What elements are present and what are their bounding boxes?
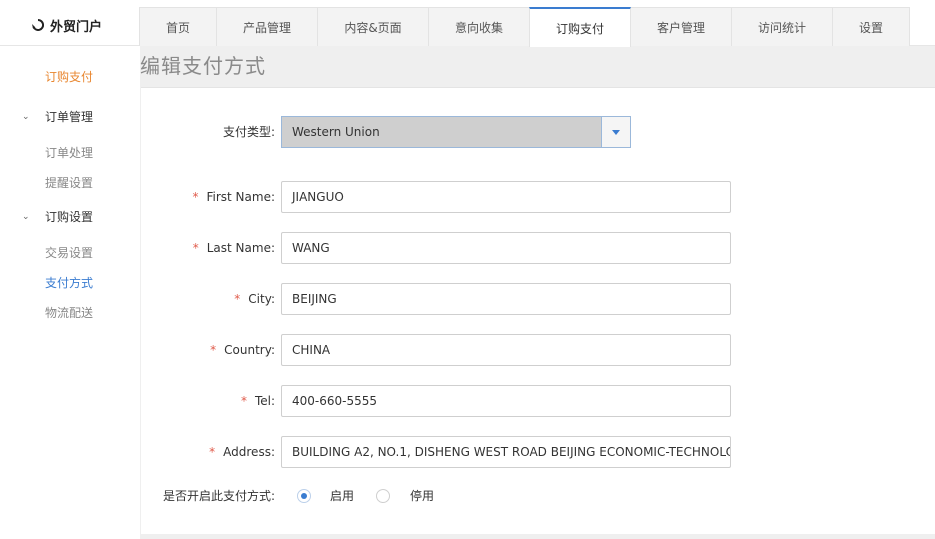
- disable-radio[interactable]: [376, 489, 390, 503]
- sidebar-group-order-management[interactable]: ⌄ 订单管理: [22, 108, 93, 125]
- required-mark: *: [192, 241, 199, 255]
- form-panel: 支付类型: Western Union * First Name: JIANGUO…: [141, 87, 935, 534]
- tab-home[interactable]: 首页: [139, 7, 217, 46]
- tab-inquiries[interactable]: 意向收集: [428, 7, 530, 46]
- sidebar-group-label: 订单管理: [45, 110, 94, 124]
- disable-radio-label[interactable]: 停用: [410, 482, 434, 510]
- sidebar-item-order-processing[interactable]: 订单处理: [45, 144, 93, 161]
- sidebar-item-reminder-settings[interactable]: 提醒设置: [45, 174, 93, 191]
- country-field[interactable]: CHINA: [281, 334, 731, 366]
- tab-settings[interactable]: 设置: [832, 7, 910, 46]
- enable-radio-label[interactable]: 启用: [330, 482, 354, 510]
- enable-payment-row: 是否开启此支付方式: 启用 停用: [141, 482, 935, 510]
- tab-products[interactable]: 产品管理: [216, 7, 318, 46]
- tab-customers[interactable]: 客户管理: [630, 7, 732, 46]
- label-text: First Name:: [206, 190, 275, 204]
- main-nav: 首页 产品管理 内容&页面 意向收集 订购支付 客户管理 访问统计 设置: [139, 7, 910, 47]
- tab-statistics[interactable]: 访问统计: [731, 7, 833, 46]
- tab-label: 设置: [858, 20, 883, 35]
- required-mark: *: [240, 394, 247, 408]
- tab-label: 意向收集: [454, 20, 503, 35]
- sidebar-section-title[interactable]: 订购支付: [45, 68, 93, 85]
- city-row: * City: BEIJING: [141, 283, 935, 315]
- last-name-row: * Last Name: WANG: [141, 232, 935, 264]
- required-mark: *: [192, 190, 199, 204]
- first-name-label: * First Name:: [192, 181, 275, 213]
- caret-down-icon: [612, 129, 620, 135]
- last-name-field[interactable]: WANG: [281, 232, 731, 264]
- main-content: 编辑支付方式 支付类型: Western Union * First Name: …: [140, 46, 935, 539]
- payment-type-select[interactable]: Western Union: [281, 116, 631, 148]
- sidebar-group-order-settings[interactable]: ⌄ 订购设置: [22, 208, 93, 225]
- tab-label: 产品管理: [242, 20, 291, 35]
- tel-label: * Tel:: [241, 385, 275, 417]
- enable-radio[interactable]: [297, 489, 311, 503]
- tel-row: * Tel: 400-660-5555: [141, 385, 935, 417]
- sidebar: 订购支付 ⌄ 订单管理 订单处理 提醒设置 ⌄ 订购设置 交易设置 支付方式 物…: [0, 46, 140, 539]
- required-mark: *: [234, 292, 241, 306]
- address-label: * Address:: [209, 436, 275, 468]
- city-field[interactable]: BEIJING: [281, 283, 731, 315]
- chevron-down-icon: ⌄: [22, 111, 30, 122]
- last-name-label: * Last Name:: [193, 232, 275, 264]
- country-row: * Country: CHINA: [141, 334, 935, 366]
- tab-label: 内容&页面: [344, 20, 402, 35]
- country-label: * Country:: [210, 334, 275, 366]
- tel-field[interactable]: 400-660-5555: [281, 385, 731, 417]
- sidebar-item-shipping[interactable]: 物流配送: [45, 304, 93, 321]
- app-title: 外贸门户: [50, 19, 103, 35]
- label-text: Tel:: [254, 394, 275, 408]
- address-row: * Address: BUILDING A2, NO.1, DISHENG WES…: [141, 436, 935, 468]
- tab-label: 首页: [165, 20, 190, 35]
- required-mark: *: [209, 445, 216, 459]
- payment-type-value: Western Union: [292, 125, 380, 139]
- chevron-down-icon: ⌄: [22, 211, 30, 222]
- dropdown-button[interactable]: [601, 117, 630, 147]
- app-logo[interactable]: 外贸门户: [32, 16, 103, 35]
- label-text: Address:: [223, 445, 275, 459]
- tab-orders-payment[interactable]: 订购支付: [529, 7, 631, 47]
- tab-label: 客户管理: [656, 20, 705, 35]
- sidebar-item-payment-methods[interactable]: 支付方式: [45, 274, 93, 291]
- page-title: 编辑支付方式: [140, 54, 266, 78]
- city-label: * City:: [234, 283, 275, 315]
- tab-content-pages[interactable]: 内容&页面: [317, 7, 429, 46]
- address-field[interactable]: BUILDING A2, NO.1, DISHENG WEST ROAD BEI…: [281, 436, 731, 468]
- first-name-row: * First Name: JIANGUO: [141, 181, 935, 213]
- first-name-field[interactable]: JIANGUO: [281, 181, 731, 213]
- label-text: 支付类型:: [222, 125, 275, 139]
- enable-payment-label: 是否开启此支付方式:: [162, 489, 275, 503]
- label-text: Country:: [224, 343, 275, 357]
- tab-label: 访问统计: [757, 20, 806, 35]
- payment-type-row: 支付类型: Western Union: [141, 116, 935, 148]
- required-mark: *: [210, 343, 217, 357]
- sidebar-group-label: 订购设置: [45, 210, 94, 224]
- sidebar-item-transaction-settings[interactable]: 交易设置: [45, 244, 93, 261]
- label-text: Last Name:: [206, 241, 275, 255]
- logo-icon: [32, 19, 44, 31]
- payment-type-label: 支付类型:: [223, 116, 275, 148]
- top-bar: 外贸门户 首页 产品管理 内容&页面 意向收集 订购支付 客户管理 访问统计 设…: [0, 0, 935, 47]
- label-text: City:: [248, 292, 275, 306]
- tab-label: 订购支付: [555, 21, 604, 36]
